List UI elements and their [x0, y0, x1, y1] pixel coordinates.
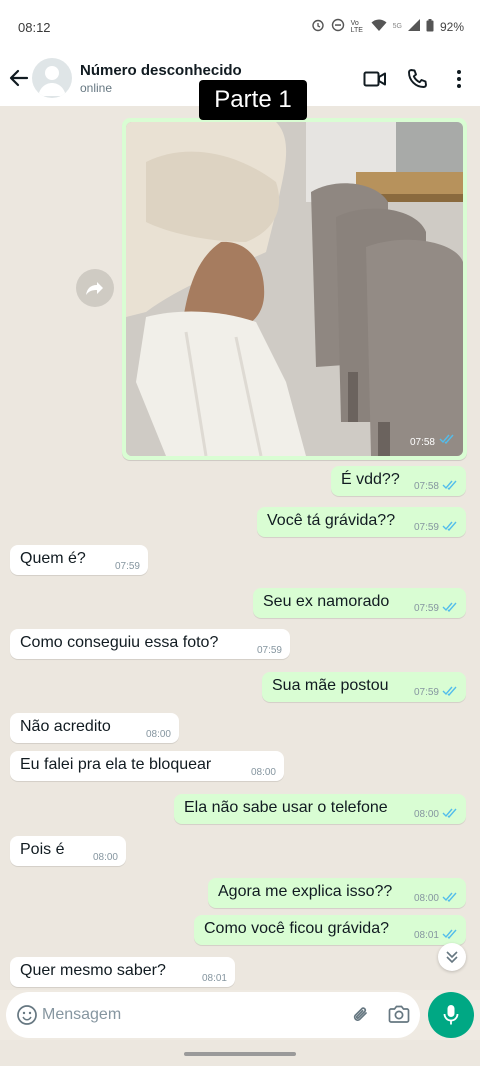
- message-text: Como você ficou grávida?: [204, 920, 389, 937]
- message-bubble-outgoing[interactable]: Ela não sabe usar o telefone 08:00: [174, 794, 466, 824]
- camera-icon: [388, 1005, 410, 1023]
- message-text: Quer mesmo saber?: [20, 962, 166, 979]
- status-icons: Vo LTE 5G 92%: [311, 18, 464, 35]
- message-time: 07:59: [413, 687, 439, 698]
- forward-button[interactable]: [76, 269, 114, 307]
- status-time: 08:12: [18, 20, 51, 35]
- message-bubble-outgoing[interactable]: Sua mãe postou 07:59: [262, 672, 466, 702]
- image-timestamp: 07:58: [409, 437, 435, 448]
- message-text: Quem é?: [20, 550, 86, 567]
- default-avatar-icon: [38, 66, 66, 96]
- video-camera-icon: [363, 71, 386, 87]
- read-receipt-icon: [439, 431, 455, 449]
- message-input[interactable]: [42, 1000, 292, 1030]
- message-text: Pois é: [20, 841, 65, 858]
- message-time: 08:00: [145, 729, 171, 740]
- message-bubble-outgoing[interactable]: É vdd?? 07:58: [331, 466, 466, 496]
- message-time: 08:00: [413, 893, 439, 904]
- video-overlay-label: Parte 1: [199, 80, 307, 120]
- battery-percent: 92%: [439, 19, 464, 34]
- message-bubble-outgoing[interactable]: Agora me explica isso?? 08:00: [208, 878, 466, 908]
- message-text: É vdd??: [341, 471, 400, 488]
- message-text: Como conseguiu essa foto?: [20, 634, 219, 651]
- message-text: Seu ex namorado: [263, 593, 390, 610]
- contact-presence: online: [80, 81, 113, 95]
- message-bubble-outgoing[interactable]: Seu ex namorado 07:59: [253, 588, 466, 618]
- network-type-label: 5G: [392, 23, 402, 30]
- scroll-to-bottom-button[interactable]: [438, 943, 466, 971]
- message-text: Agora me explica isso??: [218, 883, 393, 900]
- more-options-button[interactable]: [446, 66, 472, 92]
- message-bubble-outgoing[interactable]: Como você ficou grávida? 08:01: [194, 915, 466, 945]
- message-bubble-incoming[interactable]: Eu falei pra ela te bloquear 08:00: [10, 751, 284, 781]
- message-bubble-incoming[interactable]: Não acredito 08:00: [10, 713, 179, 743]
- message-text: Sua mãe postou: [272, 677, 389, 694]
- message-bubble-incoming[interactable]: Como conseguiu essa foto? 07:59: [10, 629, 290, 659]
- message-text: Você tá grávida??: [267, 512, 396, 529]
- video-call-button[interactable]: [362, 66, 388, 92]
- shared-photo[interactable]: 07:58: [126, 122, 463, 456]
- image-message[interactable]: 07:58: [122, 118, 467, 460]
- phone-icon: [408, 69, 427, 88]
- emoji-icon: [17, 1005, 37, 1025]
- battery-icon: [426, 18, 434, 35]
- read-receipt-icon: [442, 602, 458, 615]
- home-indicator[interactable]: [184, 1052, 296, 1056]
- read-receipt-icon: [442, 686, 458, 699]
- wifi-icon: [371, 19, 387, 35]
- message-bubble-incoming[interactable]: Quem é? 07:59: [10, 545, 148, 575]
- message-text: Não acredito: [20, 718, 111, 735]
- read-receipt-icon: [442, 929, 458, 942]
- message-bubble-incoming[interactable]: Quer mesmo saber? 08:01: [10, 957, 235, 987]
- message-time: 08:01: [413, 930, 439, 941]
- camera-button[interactable]: [388, 1004, 410, 1029]
- back-button[interactable]: [8, 65, 30, 91]
- do-not-disturb-icon: [331, 18, 345, 35]
- arrow-left-icon: [9, 69, 29, 87]
- attach-button[interactable]: [350, 1004, 372, 1031]
- avatar[interactable]: [32, 58, 72, 98]
- message-time: 07:59: [114, 561, 140, 572]
- message-time: 07:59: [256, 645, 282, 656]
- photo-illustration: [126, 122, 463, 456]
- message-text: Ela não sabe usar o telefone: [184, 799, 388, 816]
- read-receipt-icon: [442, 808, 458, 821]
- read-receipt-icon: [442, 480, 458, 493]
- volte-label: Vo LTE: [350, 19, 363, 34]
- signal-icon: [407, 19, 420, 34]
- message-time: 07:59: [413, 603, 439, 614]
- contact-name[interactable]: Número desconhecido: [80, 62, 242, 79]
- read-receipt-icon: [442, 521, 458, 534]
- message-bubble-outgoing[interactable]: Você tá grávida?? 07:59: [257, 507, 466, 537]
- more-vert-icon: [457, 70, 461, 88]
- message-time: 08:01: [201, 973, 227, 984]
- read-receipt-icon: [442, 892, 458, 905]
- message-time: 08:00: [92, 852, 118, 863]
- chevron-double-down-icon: [446, 951, 458, 964]
- message-composer: [6, 992, 420, 1038]
- emoji-button[interactable]: [16, 1004, 38, 1031]
- message-time: 07:58: [413, 481, 439, 492]
- message-time: 08:00: [250, 767, 276, 778]
- microphone-icon: [443, 1005, 459, 1025]
- paperclip-icon: [353, 1007, 367, 1021]
- message-time: 08:00: [413, 809, 439, 820]
- status-bar: 08:12 Vo LTE 5G 92%: [0, 0, 480, 52]
- forward-icon: [86, 282, 103, 295]
- message-text: Eu falei pra ela te bloquear: [20, 756, 212, 773]
- voice-call-button[interactable]: [404, 66, 430, 92]
- voice-message-button[interactable]: [428, 992, 474, 1038]
- message-time: 07:59: [413, 522, 439, 533]
- message-bubble-incoming[interactable]: Pois é 08:00: [10, 836, 126, 866]
- alarm-icon: [311, 18, 325, 35]
